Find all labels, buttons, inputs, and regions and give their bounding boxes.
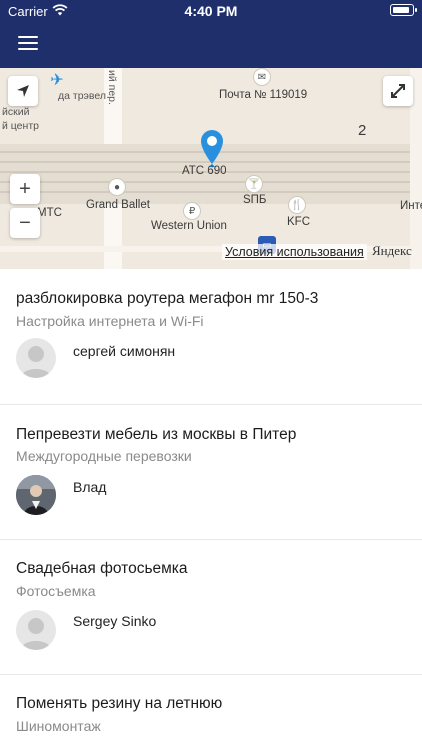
map-label-street: ий пер. xyxy=(106,70,118,105)
expand-icon xyxy=(391,84,405,98)
request-card[interactable]: разблокировка роутера мегафон mr 150-3 Н… xyxy=(0,270,422,405)
metro-entrance-icon: ● xyxy=(108,178,126,196)
map-label-mts: МТС xyxy=(37,207,62,219)
request-category: Междугородные перевозки xyxy=(16,448,192,464)
avatar xyxy=(16,338,56,378)
request-title: Свадебная фотосьемка xyxy=(16,560,188,577)
location-pin-icon[interactable] xyxy=(195,128,229,168)
battery-fill xyxy=(392,6,409,13)
user-name: сергей симонян xyxy=(73,343,176,359)
zoom-out-button[interactable]: − xyxy=(10,208,40,238)
request-card[interactable]: Свадебная фотосьемка Фотосъемка Sergey S… xyxy=(0,540,422,675)
user-placeholder-icon xyxy=(21,618,51,650)
request-title: разблокировка роутера мегафон mr 150-3 xyxy=(16,290,319,307)
bar-icon: 🍸 xyxy=(245,175,263,193)
map-label-grand-ballet: Grand Ballet xyxy=(86,199,150,211)
request-card[interactable]: Поменять резину на летнюю Шиномонтаж xyxy=(0,675,422,750)
menu-icon xyxy=(18,36,38,38)
menu-button[interactable] xyxy=(18,35,38,51)
terms-of-use-link[interactable]: Условия использования xyxy=(222,244,367,260)
user-photo xyxy=(16,475,56,515)
request-card[interactable]: Пепревезти мебель из москвы в Питер Межд… xyxy=(0,405,422,540)
yandex-logo: Яндекс xyxy=(372,243,412,258)
request-category: Фотосъемка xyxy=(16,583,96,599)
avatar xyxy=(16,610,56,650)
zoom-in-button[interactable]: + xyxy=(10,174,40,204)
user-name: Влад xyxy=(73,479,107,495)
plane-icon: ✈ xyxy=(50,72,64,89)
map-label-center-2: й центр xyxy=(2,120,39,132)
map-label-spb: SПБ xyxy=(243,194,267,206)
map-label-2: 2 xyxy=(358,122,367,139)
map-label-kfc: KFC xyxy=(287,216,310,228)
navigation-arrow-icon xyxy=(17,85,29,97)
request-category: Шиномонтаж xyxy=(16,718,101,734)
map-label-inte: Инте xyxy=(400,200,422,212)
request-category: Настройка интернета и Wi-Fi xyxy=(16,313,204,329)
plus-icon: + xyxy=(19,177,31,200)
restaurant-icon: 🍴 xyxy=(288,196,306,214)
request-title: Пепревезти мебель из москвы в Питер xyxy=(16,426,297,443)
clock: 4:40 PM xyxy=(184,3,238,19)
request-title: Поменять резину на летнюю xyxy=(16,695,223,712)
battery-icon xyxy=(390,4,417,16)
map-label-post: Почта № 119019 xyxy=(219,89,308,101)
user-placeholder-icon xyxy=(21,346,51,378)
locate-me-button[interactable] xyxy=(8,76,38,106)
fullscreen-button[interactable] xyxy=(383,76,413,106)
map-label-center-1: йский xyxy=(2,106,30,118)
app-header: Carrier 4:40 PM xyxy=(0,0,422,68)
minus-icon: − xyxy=(19,211,31,234)
avatar xyxy=(16,475,56,515)
post-office-icon: ✉ xyxy=(253,68,271,86)
status-bar: Carrier 4:40 PM xyxy=(0,0,422,22)
bank-icon: ₽ xyxy=(183,202,201,220)
map-view[interactable]: да трэвел ий пер. йский й центр Почта № … xyxy=(0,68,422,269)
map-label-western-union: Western Union xyxy=(151,220,227,232)
user-name: Sergey Sinko xyxy=(73,613,157,629)
map-label-travel: да трэвел xyxy=(58,90,106,102)
